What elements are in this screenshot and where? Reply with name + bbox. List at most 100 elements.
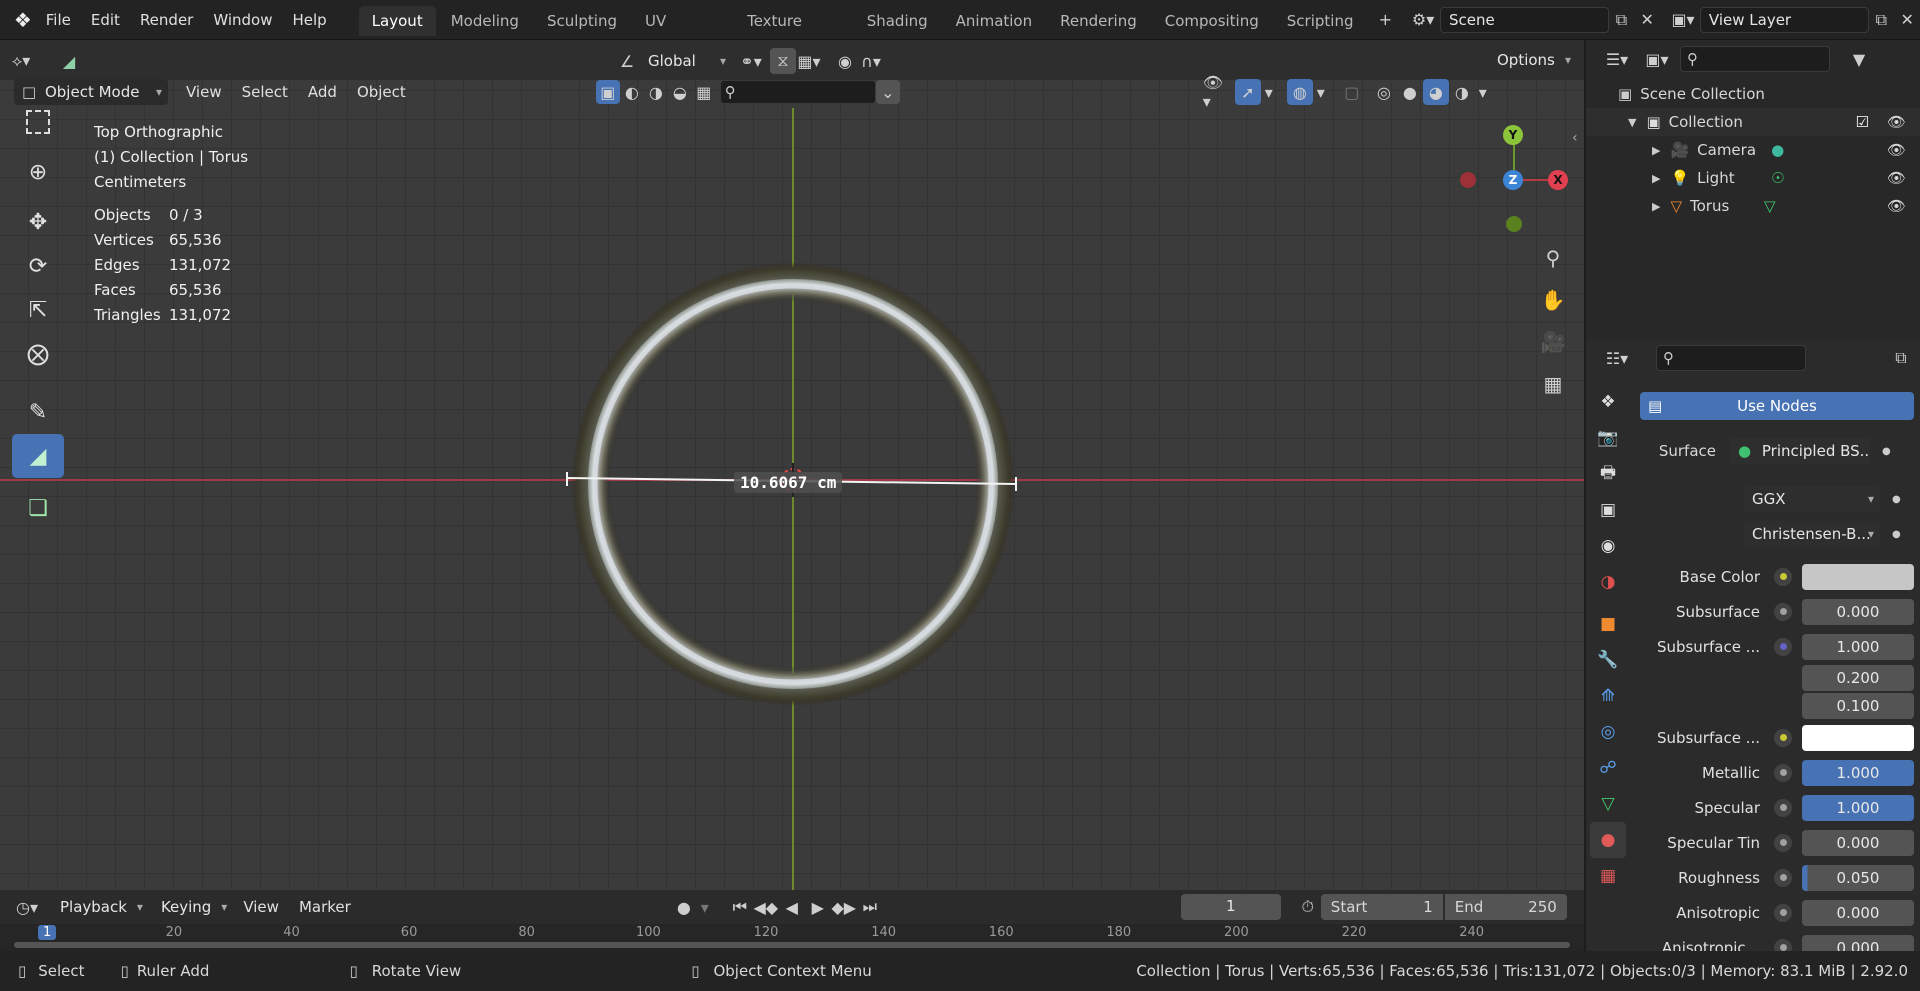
snap-icon[interactable]: ⧖: [770, 48, 796, 74]
expand-icon[interactable]: ▶: [1652, 172, 1660, 185]
socket-dot-icon[interactable]: [1774, 637, 1792, 656]
zoom-icon[interactable]: ⚲: [1535, 240, 1571, 276]
camera-view-icon[interactable]: 🎥: [1535, 324, 1571, 360]
properties-editor-icon[interactable]: ☷▾: [1604, 345, 1630, 371]
outliner-search-field[interactable]: ⚲: [1680, 46, 1830, 72]
timeline-view-menu[interactable]: View: [233, 890, 289, 924]
search-dropdown-icon[interactable]: ⌄: [875, 80, 900, 104]
world-tab-icon[interactable]: ◑: [1590, 564, 1626, 600]
gizmo-dropdown-icon[interactable]: ▾: [1261, 79, 1277, 105]
add-workspace-icon[interactable]: +: [1372, 7, 1398, 33]
physics-tab-icon[interactable]: ◎: [1590, 714, 1626, 750]
viewport-add-menu[interactable]: Add: [298, 79, 347, 105]
display-mode-icon[interactable]: ▣▾: [1644, 46, 1670, 72]
texture-tab-icon[interactable]: ▦: [1590, 858, 1626, 894]
socket-dot-icon[interactable]: [1774, 798, 1792, 817]
end-frame-field[interactable]: End 250: [1444, 894, 1567, 920]
perspective-toggle-icon[interactable]: ▦: [1535, 366, 1571, 402]
view-layer-browse-icon[interactable]: ▣▾: [1670, 7, 1696, 33]
particles-tab-icon[interactable]: ⟰: [1590, 678, 1626, 714]
3d-viewport[interactable]: 10.6067 cm Top Orthographic (1) Collecti…: [0, 80, 1584, 890]
viewport-view-menu[interactable]: View: [176, 79, 232, 105]
options-dropdown[interactable]: Options: [1489, 46, 1577, 74]
pin-icon[interactable]: ⧉: [1888, 345, 1914, 371]
use-nodes-button[interactable]: ▤ Use Nodes: [1640, 392, 1914, 420]
render-tab-icon[interactable]: 📷: [1590, 420, 1626, 456]
camera-data-icon[interactable]: ●: [1771, 141, 1784, 159]
playback-menu[interactable]: Playback: [52, 893, 149, 921]
select-invert-icon[interactable]: ◒: [668, 80, 692, 104]
jump-start-icon[interactable]: ⏮: [727, 894, 753, 920]
workspace-tab-texture-paint[interactable]: Texture Paint: [734, 6, 852, 60]
socket-dot-icon[interactable]: [1774, 602, 1792, 621]
menu-render[interactable]: Render: [130, 0, 203, 40]
socket-dot-icon[interactable]: [1774, 833, 1792, 852]
auto-keying-icon[interactable]: ●: [671, 894, 697, 920]
rotate-tool[interactable]: ⟳: [12, 244, 64, 288]
outliner-scene-collection[interactable]: ▣ Scene Collection: [1586, 80, 1920, 108]
visibility-icon[interactable]: 👁: [1887, 141, 1906, 159]
socket-dot-icon[interactable]: [1774, 728, 1792, 747]
transform-orientation-dropdown[interactable]: Global: [640, 47, 732, 75]
data-tab-icon[interactable]: ▽: [1590, 786, 1626, 822]
outliner-item-camera[interactable]: ▶ 🎥 Camera ● 👁: [1586, 136, 1920, 164]
property-value[interactable]: 1.000: [1802, 759, 1914, 786]
scene-copy-icon[interactable]: ⧉: [1609, 7, 1635, 33]
next-keyframe-icon[interactable]: ◆▶: [831, 894, 857, 920]
pivot-point-icon[interactable]: ⚭▾: [738, 48, 764, 74]
property-value[interactable]: 0.000: [1802, 829, 1914, 856]
socket-dot-icon[interactable]: [1774, 567, 1792, 586]
workspace-tab-shading[interactable]: Shading: [854, 6, 941, 36]
socket-dot-icon[interactable]: [1774, 868, 1792, 887]
sidebar-toggle-icon[interactable]: ‹: [1572, 130, 1578, 146]
object-mode-dropdown[interactable]: □ Object Mode: [14, 79, 168, 105]
workspace-tab-scripting[interactable]: Scripting: [1274, 6, 1367, 36]
gizmo-x-axis[interactable]: X: [1548, 170, 1568, 190]
workspace-tab-animation[interactable]: Animation: [943, 6, 1045, 36]
filter-icon[interactable]: ▼: [1846, 46, 1872, 72]
socket-dot-icon[interactable]: [1774, 903, 1792, 922]
workspace-tab-uv-editing[interactable]: UV Editing: [632, 6, 732, 60]
material-tab-icon[interactable]: ●: [1590, 822, 1626, 858]
preview-range-icon[interactable]: ⏱: [1295, 894, 1321, 920]
move-tool[interactable]: ✥: [12, 200, 64, 244]
outliner-item-light[interactable]: ▶ 💡 Light ☉ 👁: [1586, 164, 1920, 192]
outliner-editor-icon[interactable]: ☰▾: [1604, 46, 1630, 72]
workspace-tab-compositing[interactable]: Compositing: [1152, 6, 1272, 36]
collection-checkbox-icon[interactable]: ☑: [1856, 113, 1869, 131]
menu-window[interactable]: Window: [203, 0, 282, 40]
gizmo-z-axis[interactable]: Z: [1503, 170, 1523, 190]
select-new-icon[interactable]: ▣: [595, 80, 620, 104]
view-layer-close-icon[interactable]: ✕: [1894, 7, 1920, 33]
expand-icon[interactable]: ▶: [1652, 200, 1660, 213]
add-cube-tool[interactable]: ❏: [12, 486, 64, 530]
property-value[interactable]: 0.000: [1802, 598, 1914, 625]
view-layer-copy-icon[interactable]: ⧉: [1869, 7, 1895, 33]
cursor-tool[interactable]: ⊕: [12, 150, 64, 194]
keying-menu[interactable]: Keying: [153, 893, 233, 921]
expand-icon[interactable]: ▶: [1652, 144, 1660, 157]
color-swatch[interactable]: [1802, 563, 1914, 590]
viewport-search-field[interactable]: ⚲: [719, 80, 876, 104]
property-value[interactable]: 0.050: [1802, 864, 1914, 891]
menu-file[interactable]: File: [36, 0, 81, 40]
transform-tool[interactable]: ⨂: [12, 332, 64, 376]
output-tab-icon[interactable]: 🖶: [1590, 456, 1626, 492]
start-frame-field[interactable]: Start 1: [1320, 894, 1443, 920]
scale-tool[interactable]: ⇱: [12, 288, 64, 332]
workspace-tab-layout[interactable]: Layout: [358, 5, 436, 36]
material-shading-icon[interactable]: ◕: [1422, 79, 1449, 105]
timeline-editor-icon[interactable]: ◷▾: [14, 894, 40, 920]
overlays-icon[interactable]: ◍: [1286, 79, 1313, 105]
property-value[interactable]: 0.000: [1802, 899, 1914, 926]
wireframe-shading-icon[interactable]: ◎: [1371, 79, 1397, 105]
color-swatch[interactable]: [1802, 724, 1914, 751]
distribution-dropdown[interactable]: GGX: [1744, 486, 1880, 512]
select-extend-icon[interactable]: ◐: [620, 80, 644, 104]
prev-keyframe-icon[interactable]: ◀◆: [753, 894, 779, 920]
socket-dot-icon[interactable]: [1774, 763, 1792, 782]
menu-edit[interactable]: Edit: [81, 0, 130, 40]
xray-icon[interactable]: ▢: [1339, 79, 1365, 105]
scene-name-field[interactable]: Scene: [1440, 6, 1609, 33]
marker-menu[interactable]: Marker: [289, 890, 361, 924]
